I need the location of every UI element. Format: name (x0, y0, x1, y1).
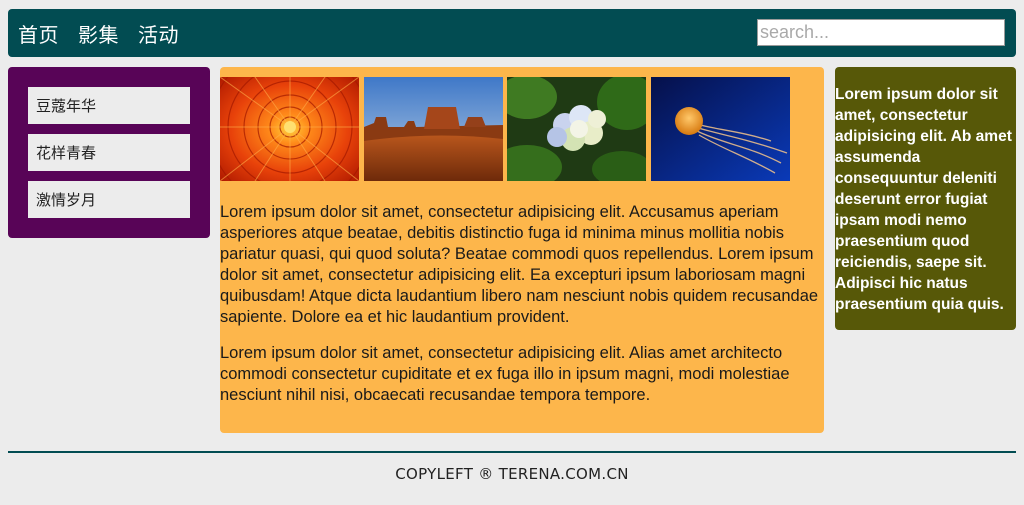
aside-text: Lorem ipsum dolor sit amet, consectetur … (835, 86, 1012, 313)
nav-item-events[interactable]: 活动 (138, 19, 179, 48)
search-input[interactable] (757, 19, 1005, 46)
main-content: Lorem ipsum dolor sit amet, consectetur … (220, 67, 824, 433)
photo-gallery (220, 77, 824, 181)
sidebar-item-passion[interactable]: 激情岁月 (28, 181, 190, 218)
footer-divider (8, 451, 1016, 453)
footer-copyright: COPYLEFT ® TERENA.COM.CN (395, 465, 629, 483)
main-text: Lorem ipsum dolor sit amet, consectetur … (220, 202, 824, 421)
hydrangea-photo[interactable] (507, 77, 646, 181)
sidebar-item-youth[interactable]: 豆蔻年华 (28, 87, 190, 124)
main-paragraph-1: Lorem ipsum dolor sit amet, consectetur … (220, 203, 819, 326)
nav-item-albums[interactable]: 影集 (78, 19, 119, 48)
desert-photo[interactable] (364, 77, 503, 181)
chrysanthemum-photo[interactable] (220, 77, 359, 181)
jellyfish-photo[interactable] (651, 77, 790, 181)
left-sidebar: 豆蔻年华 花样青春 激情岁月 (8, 67, 210, 238)
nav-item-home[interactable]: 首页 (18, 19, 59, 48)
header-bar: 首页 影集 活动 (8, 9, 1016, 57)
right-aside: Lorem ipsum dolor sit amet, consectetur … (835, 67, 1016, 330)
sidebar-item-blossoming[interactable]: 花样青春 (28, 134, 190, 171)
main-nav: 首页 影集 活动 (18, 9, 198, 57)
main-paragraph-2: Lorem ipsum dolor sit amet, consectetur … (220, 344, 790, 404)
